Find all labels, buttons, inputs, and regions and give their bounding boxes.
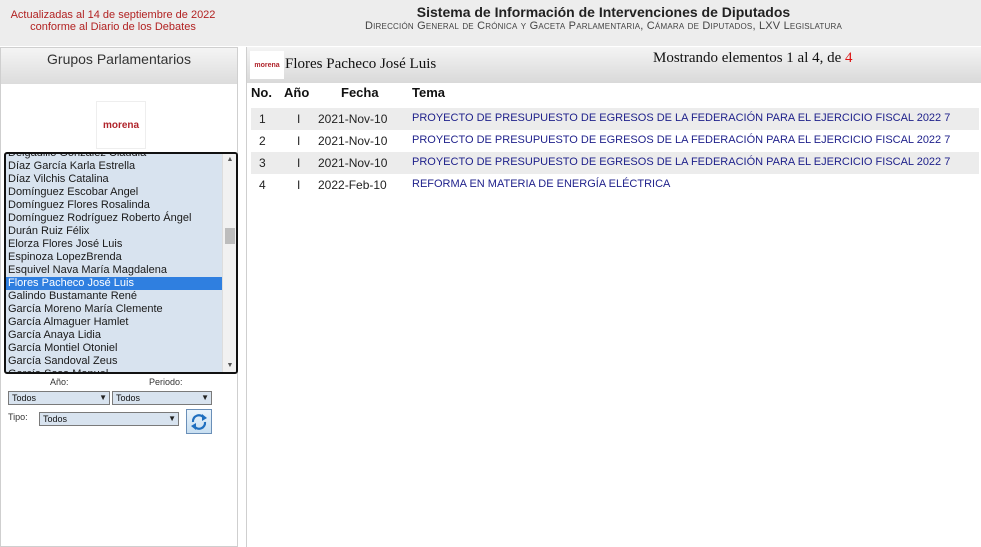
column-no: No. (251, 85, 272, 100)
type-select-value: Todos (43, 414, 68, 424)
results-total: 4 (845, 50, 853, 66)
row-ano: I (297, 112, 301, 126)
page-subtitle: Dirección General de Crónica y Gaceta Pa… (364, 20, 843, 32)
update-notice-line1: Actualizadas al 14 de septiembre de 2022 (10, 9, 216, 21)
period-select-value: Todos (116, 393, 141, 403)
results-count: Mostrando elementos 1 al 4, de 4 (653, 50, 853, 67)
member-list-item[interactable]: García Sosa Manuel (6, 368, 222, 372)
chevron-down-icon: ▼ (99, 393, 107, 402)
results-table: 1 I 2021-Nov-10 PROYECTO DE PRESUPUESTO … (251, 108, 979, 196)
sidebar-heading: Grupos Parlamentarios (1, 48, 237, 84)
member-list-rows: Delgadillo González Claudia Díaz García K… (6, 154, 222, 372)
member-list-item[interactable]: Díaz García Karla Estrella (6, 160, 222, 173)
scroll-up-icon[interactable]: ▲ (223, 154, 236, 166)
year-select[interactable]: Todos ▼ (8, 391, 110, 405)
chevron-down-icon: ▼ (168, 414, 176, 423)
row-no: 4 (259, 178, 266, 192)
member-list-item[interactable]: García Sandoval Zeus (6, 355, 222, 368)
member-list-item[interactable]: García Montiel Otoniel (6, 342, 222, 355)
party-logo-small: morena (250, 51, 284, 79)
update-notice: Actualizadas al 14 de septiembre de 2022… (0, 9, 226, 33)
member-list[interactable]: Delgadillo González Claudia Díaz García K… (4, 152, 238, 374)
row-no: 1 (259, 112, 266, 126)
member-list-item[interactable]: Elorza Flores José Luis (6, 238, 222, 251)
row-fecha: 2022-Feb-10 (318, 178, 387, 192)
period-label: Periodo: (149, 377, 183, 387)
member-list-item[interactable]: Delgadillo González Claudia (6, 154, 222, 160)
member-list-item[interactable]: Díaz Vilchis Catalina (6, 173, 222, 186)
main-header: morena Flores Pacheco José Luis Mostrand… (247, 47, 981, 83)
member-list-item[interactable]: García Moreno María Clemente (6, 303, 222, 316)
table-row: 1 I 2021-Nov-10 PROYECTO DE PRESUPUESTO … (251, 108, 979, 130)
member-list-item[interactable]: Espinoza LopezBrenda (6, 251, 222, 264)
row-fecha: 2021-Nov-10 (318, 156, 388, 170)
row-ano: I (297, 156, 301, 170)
type-label: Tipo: (8, 412, 28, 422)
refresh-button[interactable] (186, 409, 212, 434)
member-list-item[interactable]: García Anaya Lidia (6, 329, 222, 342)
year-label: Año: (50, 377, 69, 387)
column-tema: Tema (412, 85, 445, 100)
member-list-item[interactable]: Domínguez Escobar Angel (6, 186, 222, 199)
page-header: Actualizadas al 14 de septiembre de 2022… (0, 0, 981, 46)
deputy-name: Flores Pacheco José Luis (285, 56, 437, 72)
column-ano: Año (284, 85, 310, 100)
update-notice-line2: conforme al Diario de los Debates (30, 21, 196, 33)
row-fecha: 2021-Nov-10 (318, 134, 388, 148)
results-table-header: No. Año Fecha Tema (251, 85, 979, 101)
table-row: 4 I 2022-Feb-10 REFORMA EN MATERIA DE EN… (251, 174, 979, 196)
table-row: 3 I 2021-Nov-10 PROYECTO DE PRESUPUESTO … (251, 152, 979, 174)
member-list-item[interactable]: Esquivel Nava María Magdalena (6, 264, 222, 277)
main-panel: morena Flores Pacheco José Luis Mostrand… (246, 47, 981, 547)
period-select[interactable]: Todos ▼ (112, 391, 212, 405)
member-list-item[interactable]: García Almaguer Hamlet (6, 316, 222, 329)
row-fecha: 2021-Nov-10 (318, 112, 388, 126)
row-tema-link[interactable]: PROYECTO DE PRESUPUESTO DE EGRESOS DE LA… (412, 134, 950, 146)
row-no: 3 (259, 156, 266, 170)
row-ano: I (297, 134, 301, 148)
row-tema-link[interactable]: PROYECTO DE PRESUPUESTO DE EGRESOS DE LA… (412, 112, 950, 124)
member-list-item[interactable]: Domínguez Rodríguez Roberto Ángel (6, 212, 222, 225)
column-fecha: Fecha (341, 85, 379, 100)
type-select[interactable]: Todos ▼ (39, 412, 179, 426)
row-tema-link[interactable]: PROYECTO DE PRESUPUESTO DE EGRESOS DE LA… (412, 156, 950, 168)
sidebar: Grupos Parlamentarios morena Delgadillo … (0, 47, 238, 547)
scroll-down-icon[interactable]: ▼ (223, 360, 236, 372)
member-list-item[interactable]: Durán Ruiz Félix (6, 225, 222, 238)
scroll-thumb[interactable] (225, 228, 235, 244)
table-row: 2 I 2021-Nov-10 PROYECTO DE PRESUPUESTO … (251, 130, 979, 152)
chevron-down-icon: ▼ (201, 393, 209, 402)
row-no: 2 (259, 134, 266, 148)
member-list-item[interactable]: Galindo Bustamante René (6, 290, 222, 303)
page-title: Sistema de Información de Intervenciones… (416, 4, 791, 20)
refresh-icon (191, 413, 207, 430)
party-logo[interactable]: morena (96, 101, 146, 149)
member-list-item[interactable]: Domínguez Flores Rosalinda (6, 199, 222, 212)
row-ano: I (297, 178, 301, 192)
member-list-item[interactable]: Flores Pacheco José Luis (6, 277, 222, 290)
results-count-text: Mostrando elementos 1 al 4, de (653, 50, 846, 66)
row-tema-link[interactable]: REFORMA EN MATERIA DE ENERGÍA ELÉCTRICA (412, 178, 670, 190)
year-select-value: Todos (12, 393, 37, 403)
member-list-scrollbar[interactable]: ▲ ▼ (222, 154, 236, 372)
